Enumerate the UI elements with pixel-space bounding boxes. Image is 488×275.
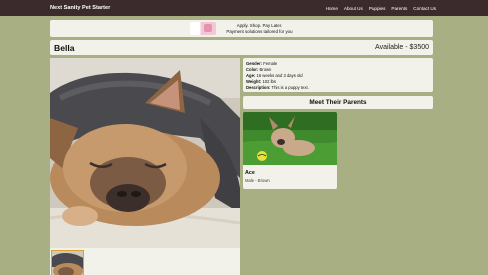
pet-title-bar: Bella Available - $3500: [50, 40, 433, 55]
photo-thumbnail-selected[interactable]: [51, 250, 84, 275]
banner-line-2: Payment solutions tailored for you: [226, 28, 293, 34]
nav-link-contact-us[interactable]: Contact Us: [413, 6, 436, 11]
pet-price: Available - $3500: [375, 44, 429, 51]
detail-description: Description: This is a puppy text.: [246, 85, 309, 90]
parent-photo: [243, 112, 337, 165]
sleeping-dog-image: [50, 58, 240, 248]
parent-card[interactable]: Ace Male - Brown: [243, 112, 337, 189]
nav-link-puppies[interactable]: Puppies: [369, 6, 386, 11]
banner-text: Apply. Shop. Pay Later. Payment solution…: [226, 23, 292, 35]
site-brand[interactable]: Next Sanity Pet Starter: [50, 5, 110, 11]
pet-details-panel: Gender: Female Color: Brown Age: 16 week…: [243, 58, 433, 92]
photo-thumbnail-strip: [50, 248, 240, 275]
navbar: Next Sanity Pet Starter Home About Us Pu…: [0, 0, 488, 16]
parents-heading: Meet Their Parents: [243, 96, 433, 109]
parent-meta: Male - Brown: [245, 178, 270, 183]
pet-main-photo: [50, 58, 240, 248]
thumbnail-dog-image: [52, 251, 83, 275]
nav-links: Home About Us Puppies Parents Contact Us: [326, 6, 436, 11]
nav-link-about-us[interactable]: About Us: [344, 6, 363, 11]
pet-name: Bella: [54, 42, 75, 53]
financing-banner[interactable]: Apply. Shop. Pay Later. Payment solution…: [50, 20, 433, 37]
parent-name: Ace: [245, 170, 255, 176]
nav-link-home[interactable]: Home: [326, 6, 338, 11]
financing-logo-icon: [190, 22, 217, 35]
nav-link-parents[interactable]: Parents: [391, 6, 407, 11]
